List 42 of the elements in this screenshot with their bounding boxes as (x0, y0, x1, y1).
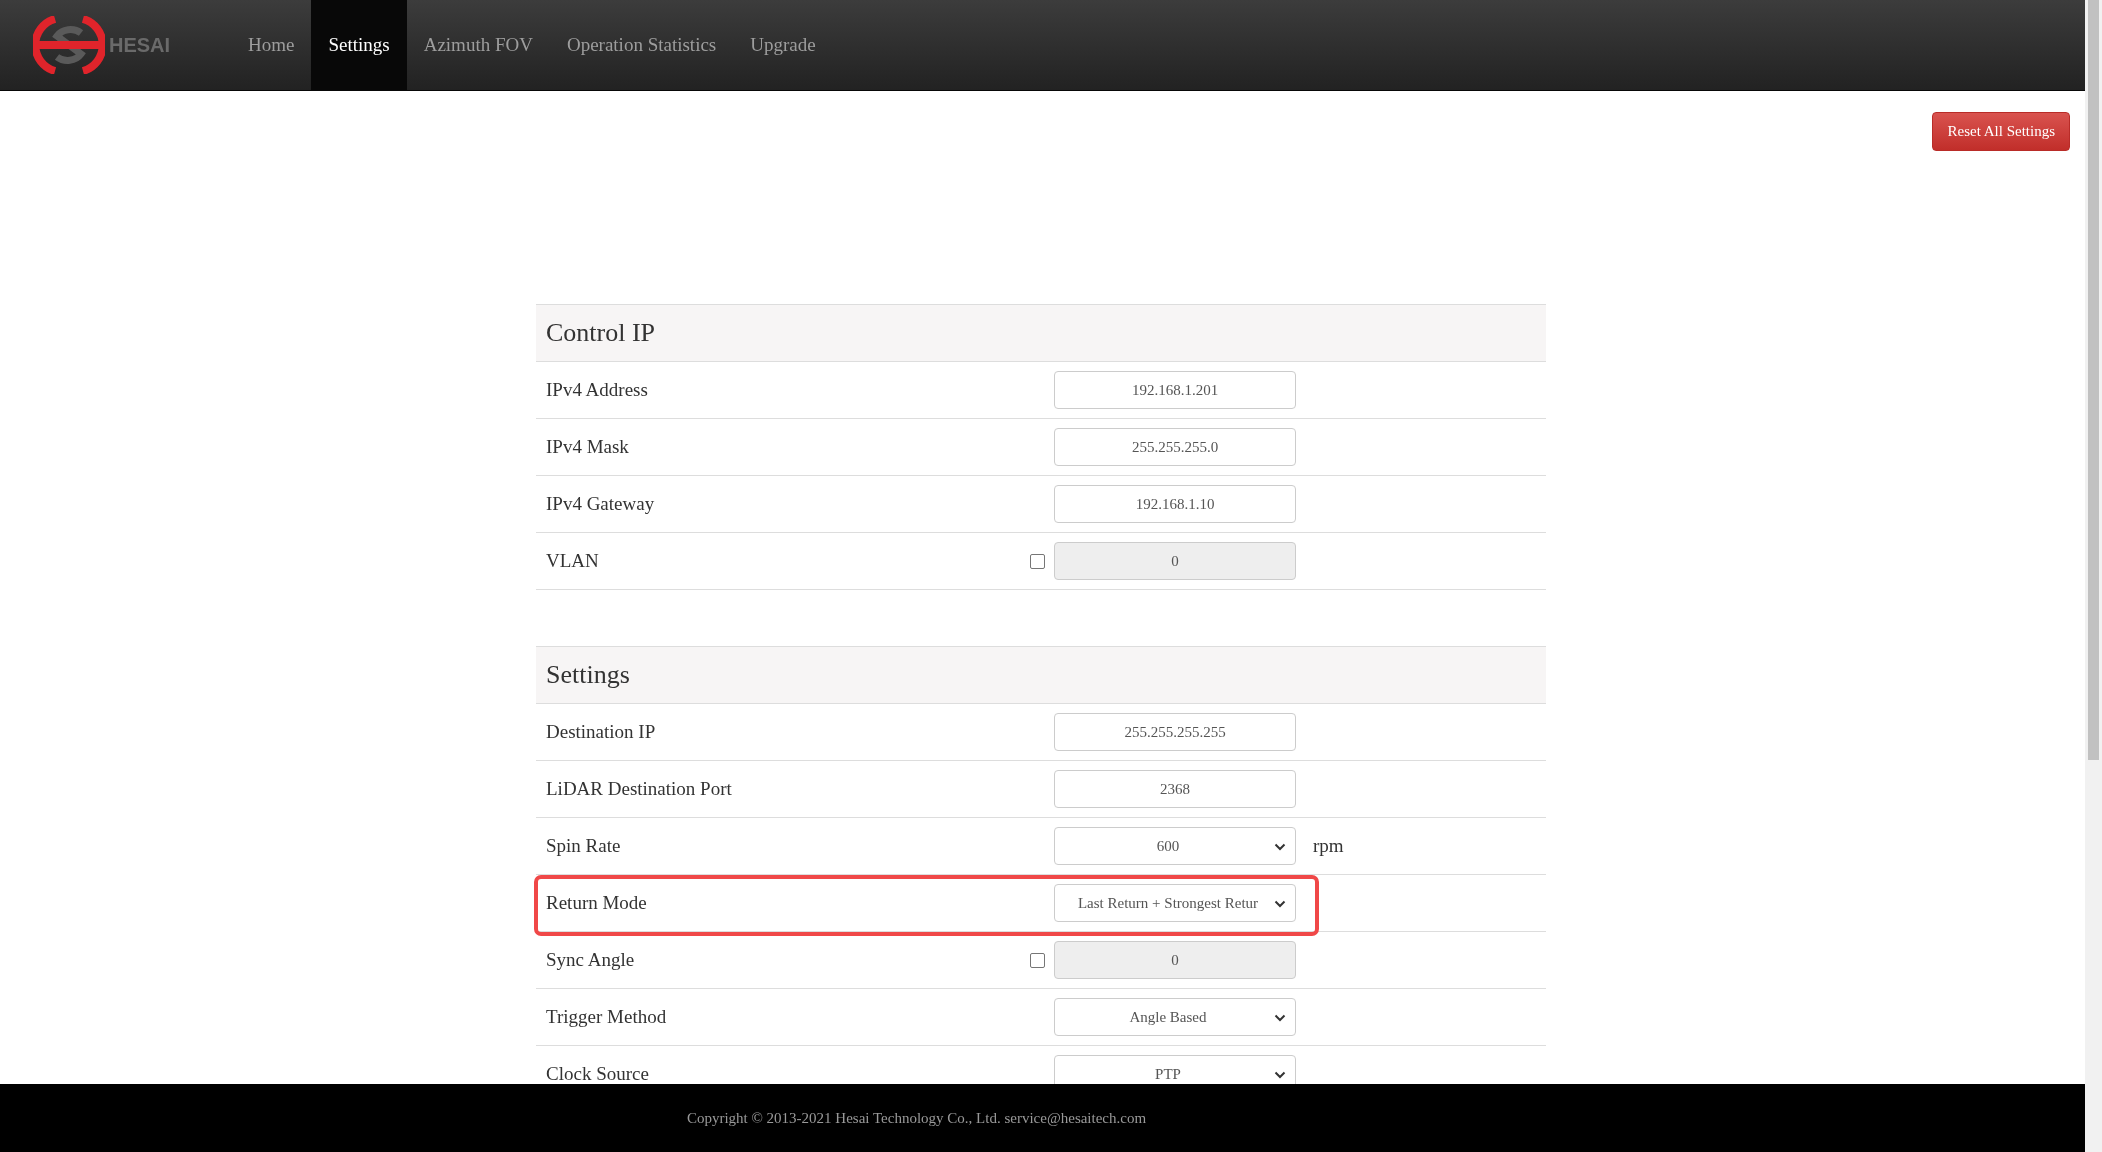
reset-all-settings-button[interactable]: Reset All Settings (1932, 112, 2070, 151)
dropdown[interactable]: PTP (1054, 1055, 1296, 1084)
chevron-down-icon (1274, 1014, 1286, 1022)
nav-tab[interactable]: Upgrade (733, 0, 833, 90)
field-label: VLAN (546, 550, 600, 572)
field-label: IPv4 Gateway (546, 493, 656, 515)
input-field[interactable]: 0 (1054, 542, 1296, 580)
unit-label: rpm (1313, 835, 1344, 857)
chevron-down-icon (1274, 1071, 1286, 1079)
chevron-down-icon (1274, 843, 1286, 851)
section-title: Control IP (546, 318, 656, 348)
input-field[interactable]: 255.255.255.0 (1054, 428, 1296, 466)
dropdown[interactable]: 600 (1054, 827, 1296, 865)
logo-text: HESAI (109, 33, 171, 57)
field-label: Spin Rate (546, 835, 622, 857)
input-field[interactable]: 192.168.1.201 (1054, 371, 1296, 409)
nav-tab[interactable]: Home (231, 0, 312, 90)
field-label: IPv4 Mask (546, 436, 630, 458)
scrollbar-thumb[interactable] (2088, 0, 2099, 760)
input-field[interactable]: 2368 (1054, 770, 1296, 808)
nav-tab[interactable]: Settings (311, 0, 407, 90)
input-field[interactable]: 255.255.255.255 (1054, 713, 1296, 751)
dropdown[interactable]: Last Return + Strongest Retur (1054, 884, 1296, 922)
checkbox[interactable] (1030, 952, 1045, 968)
input-field[interactable]: 192.168.1.10 (1054, 485, 1296, 523)
field-label: Return Mode (546, 892, 648, 914)
input-field[interactable]: 0 (1054, 941, 1296, 979)
field-label: Sync Angle (546, 949, 636, 971)
nav-tab[interactable]: Azimuth FOV (406, 0, 550, 90)
copyright-text: Copyright © 2013-2021 Hesai Technology Co., Ltd. service@hesaitech.com (686, 1109, 1147, 1127)
field-label: LiDAR Destination Port (546, 778, 733, 800)
field-label: Destination IP (546, 721, 657, 743)
section-title: Settings (546, 660, 630, 690)
field-label: IPv4 Address (546, 379, 649, 401)
chevron-down-icon (1274, 900, 1286, 908)
nav-tab[interactable]: Operation Statistics (549, 0, 734, 90)
logo-icon (33, 16, 105, 74)
field-label: Clock Source (546, 1063, 650, 1084)
scrollbar[interactable] (2085, 0, 2102, 1152)
field-label: Trigger Method (546, 1006, 668, 1028)
checkbox[interactable] (1030, 553, 1045, 569)
dropdown[interactable]: Angle Based (1054, 998, 1296, 1036)
